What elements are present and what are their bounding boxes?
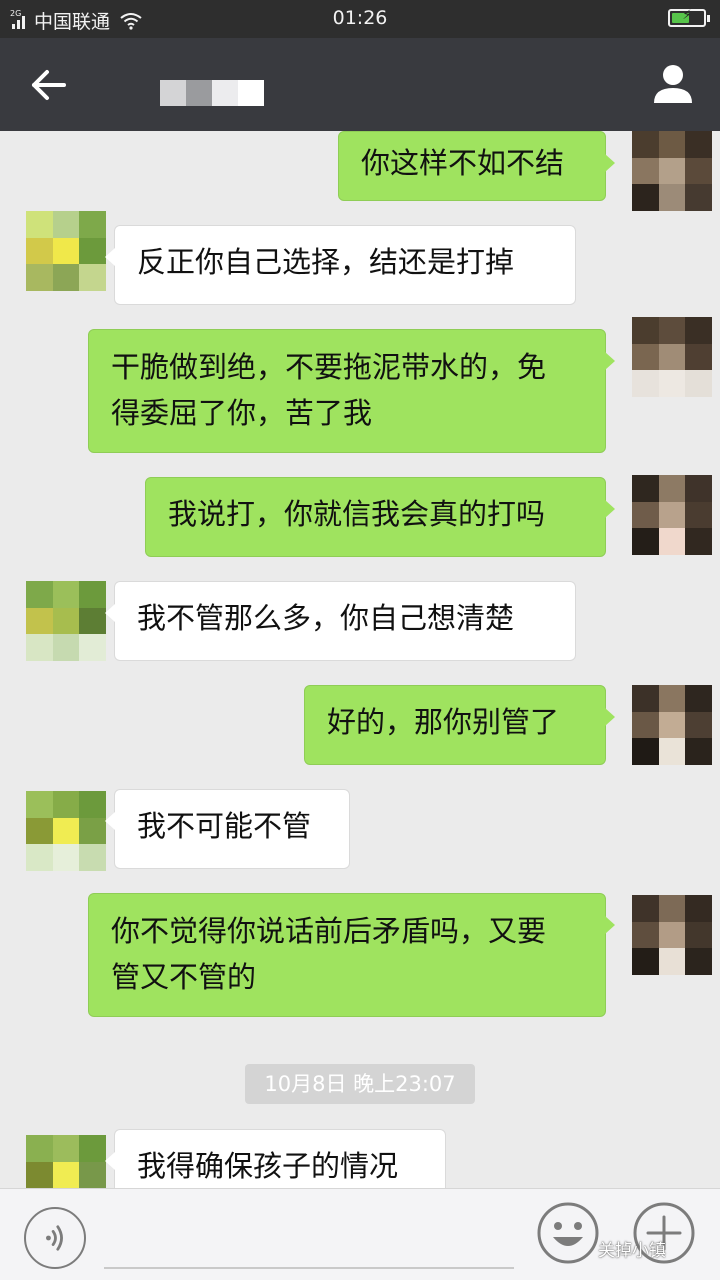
message-text: 反正你自己选择，结还是打掉 xyxy=(137,245,515,279)
my-avatar[interactable] xyxy=(632,475,712,555)
my-message-bubble[interactable]: 干脆做到绝，不要拖泥带水的，免 得委屈了你，苦了我 xyxy=(88,329,615,453)
smiley-icon[interactable] xyxy=(536,1201,600,1265)
input-bar xyxy=(0,1188,720,1280)
message-text-line: 干脆做到绝，不要拖泥带水的，免 xyxy=(111,350,547,384)
my-avatar[interactable] xyxy=(632,895,712,975)
message-input[interactable] xyxy=(104,1209,514,1269)
contact-avatar[interactable] xyxy=(26,211,106,291)
chat-header xyxy=(0,38,720,131)
voice-button[interactable] xyxy=(24,1207,86,1269)
my-avatar[interactable] xyxy=(632,131,712,211)
my-avatar[interactable] xyxy=(632,685,712,765)
message-text: 你这样不如不结 xyxy=(361,146,565,180)
status-bar: 2G 中国联通 01:26 ⚡ xyxy=(0,0,720,38)
message-text: 好的，那你别管了 xyxy=(327,705,560,739)
my-message-bubble[interactable]: 你这样不如不结 xyxy=(338,131,615,201)
contact-avatar[interactable] xyxy=(26,581,106,661)
my-message-bubble[interactable]: 好的，那你别管了 xyxy=(304,685,615,765)
contact-name-censored xyxy=(160,80,264,106)
my-avatar[interactable] xyxy=(632,317,712,397)
contact-message-bubble[interactable]: 反正你自己选择，结还是打掉 xyxy=(105,225,576,305)
contact-avatar[interactable] xyxy=(26,791,106,871)
person-icon[interactable] xyxy=(650,60,696,106)
message-text: 我得确保孩子的情况 xyxy=(137,1149,399,1183)
message-text: 我说打，你就信我会真的打吗 xyxy=(168,497,546,531)
contact-message-bubble[interactable]: 我不可能不管 xyxy=(105,789,350,869)
message-text: 我不可能不管 xyxy=(137,809,312,843)
message-text: 我不管那么多，你自己想清楚 xyxy=(137,601,515,635)
my-message-bubble[interactable]: 你不觉得你说话前后矛盾吗，又要 管又不管的 xyxy=(88,893,615,1017)
message-text-line: 得委屈了你，苦了我 xyxy=(111,396,373,430)
my-message-bubble[interactable]: 我说打，你就信我会真的打吗 xyxy=(145,477,615,557)
timestamp-label: 10月8日 晚上23:07 xyxy=(245,1064,475,1104)
clock: 01:26 xyxy=(332,7,388,29)
arrow-left-icon[interactable] xyxy=(26,62,72,108)
contact-avatar[interactable] xyxy=(26,1135,106,1188)
message-list[interactable]: 你这样不如不结 反正你自己选择，结还是打掉 干脆做到绝，不要拖泥带水的，免 得委… xyxy=(0,131,720,1188)
message-text-line: 管又不管的 xyxy=(111,960,257,994)
contact-message-bubble[interactable]: 我得确保孩子的情况 xyxy=(105,1129,446,1188)
contact-message-bubble[interactable]: 我不管那么多，你自己想清楚 xyxy=(105,581,576,661)
battery-icon: ⚡ xyxy=(668,8,710,27)
message-text-line: 你不觉得你说话前后矛盾吗，又要 xyxy=(111,914,547,948)
voice-icon xyxy=(46,1225,63,1251)
watermark: 关掉小镇 xyxy=(598,1241,666,1261)
